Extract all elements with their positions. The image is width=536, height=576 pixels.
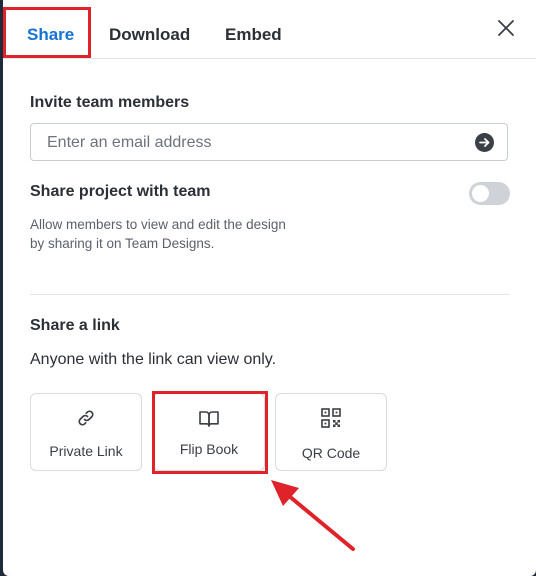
- description-line-2: by sharing it on Team Designs.: [30, 236, 215, 251]
- email-input[interactable]: [45, 124, 469, 162]
- share-dialog: Share Download Embed Invite team members…: [3, 0, 536, 576]
- description-line-1: Allow members to view and edit the desig…: [30, 217, 286, 232]
- link-icon: [78, 410, 94, 426]
- private-link-label: Private Link: [49, 443, 123, 459]
- divider: [30, 294, 510, 295]
- private-link-button[interactable]: Private Link: [30, 393, 142, 471]
- send-invite-button[interactable]: [475, 133, 494, 152]
- arrow-right-icon: [479, 138, 490, 147]
- share-project-title: Share project with team: [30, 183, 211, 200]
- close-icon[interactable]: [493, 15, 519, 41]
- qr-code-label: QR Code: [301, 445, 361, 461]
- qr-code-icon: [321, 408, 341, 428]
- share-project-toggle[interactable]: [469, 182, 510, 205]
- share-link-title: Share a link: [30, 317, 120, 334]
- flip-book-highlight-box: [152, 391, 268, 474]
- toggle-knob: [472, 185, 489, 202]
- email-field[interactable]: [30, 123, 508, 162]
- share-link-subtext: Anyone with the link can view only.: [30, 351, 277, 368]
- share-project-description: Allow members to view and edit the desig…: [30, 215, 350, 253]
- tab-embed[interactable]: Embed: [225, 24, 282, 46]
- share-tab-highlight-box: [3, 7, 91, 58]
- tab-download[interactable]: Download: [109, 24, 190, 46]
- tab-bar: Share Download Embed: [3, 0, 536, 59]
- invite-title: Invite team members: [30, 94, 190, 111]
- annotation-arrow-icon: [271, 480, 355, 551]
- qr-code-button[interactable]: QR Code: [275, 393, 387, 471]
